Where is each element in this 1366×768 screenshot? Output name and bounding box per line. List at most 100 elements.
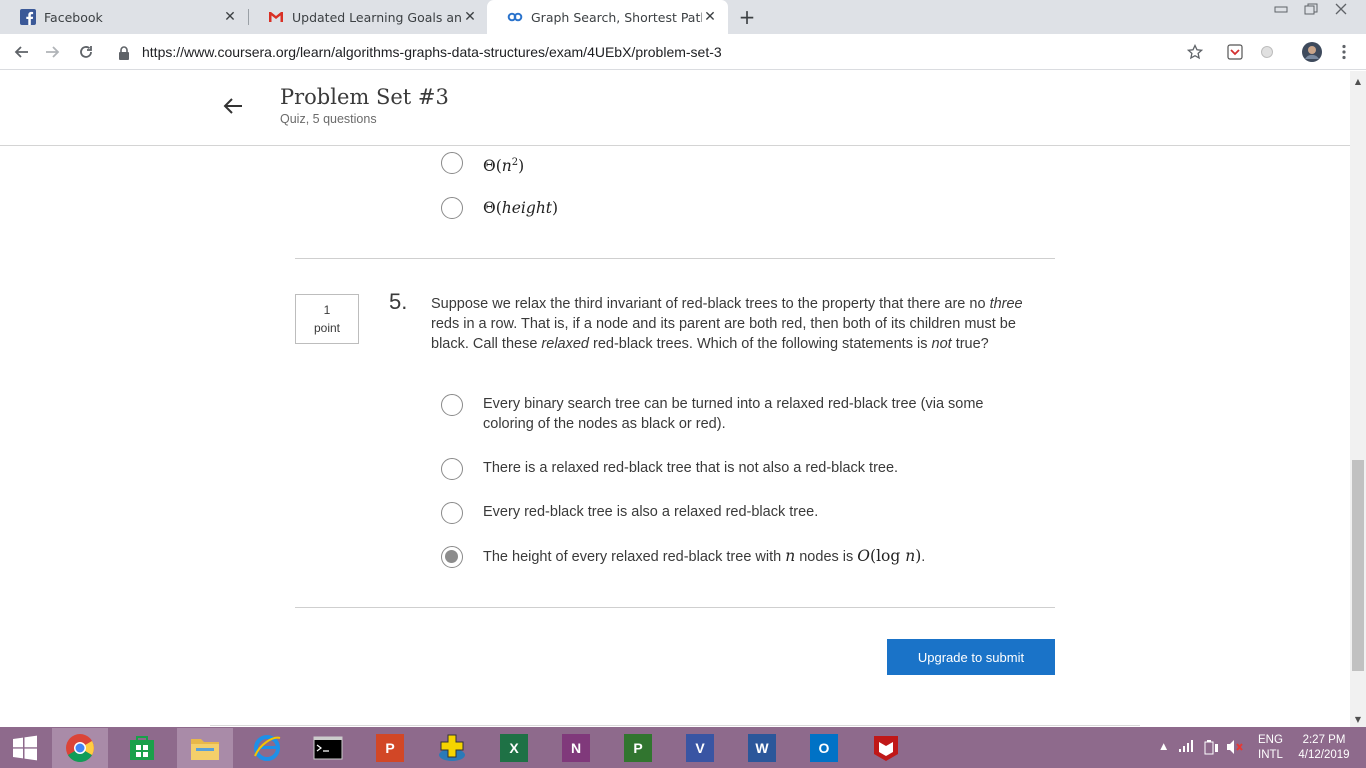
close-tab-icon[interactable]: ✕ bbox=[702, 9, 718, 25]
address-bar[interactable]: https://www.coursera.org/learn/algorithm… bbox=[108, 38, 1218, 66]
math-sup: 2 bbox=[511, 157, 519, 168]
math-symbol: Θ bbox=[483, 199, 496, 217]
option-3-label[interactable]: Every red-black tree is also a relaxed r… bbox=[483, 502, 818, 522]
profile-avatar-icon[interactable] bbox=[1302, 42, 1322, 62]
close-window-icon[interactable] bbox=[1326, 0, 1356, 18]
question-text-emphasis: three bbox=[989, 296, 1023, 312]
volume-muted-icon[interactable] bbox=[1226, 739, 1244, 768]
visio-glyph: V bbox=[686, 734, 714, 762]
clock[interactable]: 2:27 PM 4/12/2019 bbox=[1296, 733, 1352, 768]
math-big-o: O bbox=[857, 547, 871, 565]
radio-button[interactable] bbox=[441, 502, 463, 524]
close-tab-icon[interactable]: ✕ bbox=[462, 9, 478, 25]
points-box: 1 point bbox=[295, 294, 359, 344]
radio-button[interactable] bbox=[441, 394, 463, 416]
powerpoint-glyph: P bbox=[376, 734, 404, 762]
option-4-label[interactable]: The height of every relaxed red-black tr… bbox=[483, 546, 925, 567]
tab-facebook[interactable]: Facebook ✕ bbox=[0, 0, 248, 34]
internet-explorer-icon[interactable] bbox=[239, 728, 295, 768]
question-text-part: Suppose we relax the third invariant of … bbox=[431, 296, 990, 312]
screen: Facebook ✕ Updated Learning Goals and Ti… bbox=[0, 0, 1366, 768]
chrome-icon[interactable] bbox=[52, 728, 108, 768]
page-subtitle: Quiz, 5 questions bbox=[280, 112, 377, 126]
mcafee-plus-icon[interactable] bbox=[424, 728, 480, 768]
back-button[interactable] bbox=[9, 40, 33, 64]
radio-button[interactable] bbox=[441, 152, 463, 174]
file-explorer-icon[interactable] bbox=[177, 728, 233, 768]
question-number: 5. bbox=[389, 289, 408, 314]
facebook-icon bbox=[20, 9, 36, 25]
restore-icon[interactable] bbox=[1296, 0, 1326, 18]
math-n: n bbox=[785, 547, 796, 565]
math-arg: n bbox=[501, 157, 512, 176]
chrome-menu-icon[interactable] bbox=[1335, 43, 1353, 61]
word-glyph: W bbox=[748, 734, 776, 762]
bookmark-star-icon[interactable] bbox=[1186, 43, 1204, 61]
footer-divider bbox=[210, 725, 1140, 726]
outlook-icon[interactable]: O bbox=[796, 728, 852, 768]
points-label: point bbox=[313, 321, 341, 335]
input-language[interactable]: ENG INTL bbox=[1258, 733, 1283, 768]
quiz-header: Problem Set #3 Quiz, 5 questions bbox=[0, 71, 1350, 146]
tab-title: Updated Learning Goals and Tim bbox=[292, 9, 462, 25]
tab-gmail[interactable]: Updated Learning Goals and Tim ✕ bbox=[248, 0, 488, 34]
store-icon[interactable] bbox=[114, 728, 170, 768]
coursera-icon bbox=[507, 9, 523, 25]
page-scrollbar[interactable]: ▲ ▼ bbox=[1350, 71, 1366, 727]
radio-button-selected[interactable] bbox=[441, 546, 463, 568]
windows-start-icon[interactable] bbox=[0, 728, 50, 768]
extension-circle-icon[interactable] bbox=[1258, 43, 1276, 61]
radio-button[interactable] bbox=[441, 458, 463, 480]
tab-coursera[interactable]: Graph Search, Shortest Paths, and ✕ bbox=[487, 0, 728, 34]
math-arg: height bbox=[501, 199, 553, 217]
tray-chevron-icon[interactable]: ▲ bbox=[1158, 741, 1169, 768]
upgrade-to-submit-button[interactable]: Upgrade to submit bbox=[887, 639, 1055, 675]
url-text: https://www.coursera.org/learn/algorithm… bbox=[142, 44, 722, 60]
browser-tab-strip: Facebook ✕ Updated Learning Goals and Ti… bbox=[0, 0, 1366, 34]
cmd-icon[interactable] bbox=[300, 728, 356, 768]
math-n: n bbox=[905, 547, 916, 565]
scroll-down-arrow-icon[interactable]: ▼ bbox=[1350, 711, 1366, 727]
lang-code: ENG bbox=[1258, 734, 1283, 746]
onenote-icon[interactable]: N bbox=[548, 728, 604, 768]
mcafee-icon[interactable] bbox=[858, 728, 914, 768]
back-arrow-icon[interactable] bbox=[221, 94, 245, 118]
network-icon[interactable] bbox=[1178, 739, 1196, 768]
close-tab-icon[interactable]: ✕ bbox=[222, 9, 238, 25]
lock-icon bbox=[118, 45, 132, 60]
project-icon[interactable]: P bbox=[610, 728, 666, 768]
tab-title: Graph Search, Shortest Paths, and bbox=[531, 9, 702, 25]
radio-button[interactable] bbox=[441, 197, 463, 219]
minimize-icon[interactable] bbox=[1266, 0, 1296, 18]
question-divider bbox=[295, 258, 1055, 259]
question-text: Suppose we relax the third invariant of … bbox=[431, 294, 1031, 354]
powerpoint-icon[interactable]: P bbox=[362, 728, 418, 768]
scroll-up-arrow-icon[interactable]: ▲ bbox=[1350, 73, 1366, 89]
option-1-label[interactable]: Every binary search tree can be turned i… bbox=[483, 394, 1023, 434]
prev-option-1-label: Θ(n2) bbox=[483, 157, 525, 176]
page-content: Problem Set #3 Quiz, 5 questions Θ(n2) Θ… bbox=[0, 71, 1350, 727]
window-controls bbox=[1266, 0, 1356, 18]
reload-button[interactable] bbox=[74, 40, 98, 64]
visio-icon[interactable]: V bbox=[672, 728, 728, 768]
tab-title: Facebook bbox=[44, 9, 103, 25]
option-text-part: nodes is bbox=[795, 549, 858, 565]
extension-pocket-icon[interactable] bbox=[1226, 43, 1244, 61]
prev-option-2-label: Θ(height) bbox=[483, 199, 559, 217]
battery-icon[interactable] bbox=[1203, 739, 1219, 768]
question-text-part: red-black trees. Which of the following … bbox=[588, 336, 932, 352]
word-icon[interactable]: W bbox=[734, 728, 790, 768]
question-text-emphasis: relaxed bbox=[541, 336, 589, 352]
math-symbol: Θ bbox=[483, 157, 496, 176]
scrollbar-thumb[interactable] bbox=[1352, 460, 1364, 671]
excel-icon[interactable]: X bbox=[486, 728, 542, 768]
question-text-emphasis: not bbox=[931, 336, 952, 352]
windows-taskbar: P X N P V W O ▲ ENG INTL 2:27 PM 4/12/20… bbox=[0, 727, 1366, 768]
lang-layout: INTL bbox=[1258, 749, 1283, 761]
forward-button[interactable] bbox=[41, 40, 65, 64]
option-2-label[interactable]: There is a relaxed red-black tree that i… bbox=[483, 458, 898, 478]
project-glyph: P bbox=[624, 734, 652, 762]
new-tab-button[interactable]: + bbox=[733, 4, 761, 30]
page-title: Problem Set #3 bbox=[280, 85, 449, 109]
question-divider bbox=[295, 607, 1055, 608]
